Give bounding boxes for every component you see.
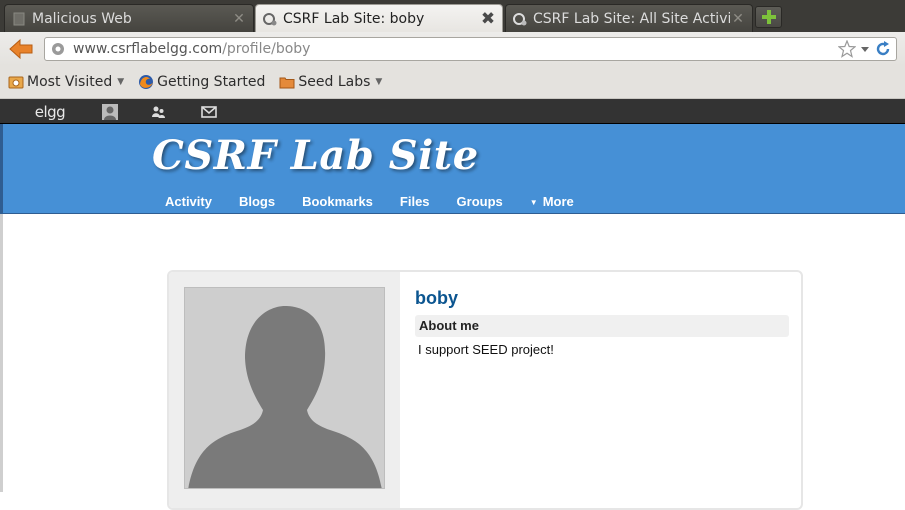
profile-username: boby (415, 288, 458, 308)
menu-item-activity[interactable]: Activity (165, 194, 212, 209)
menu-item-groups[interactable]: Groups (457, 194, 503, 209)
navigation-bar: www.csrflabelgg.com/profile/boby (0, 32, 905, 66)
header-edge (0, 124, 3, 214)
elgg-topbar: elgg (0, 99, 905, 124)
tab-title: Malicious Web (32, 10, 132, 27)
browser-tab-strip: Malicious Web ✕ CSRF Lab Site: boby ✖ CS… (0, 0, 905, 33)
bookmark-label: Seed Labs (298, 74, 371, 90)
triangle-down-icon: ▼ (529, 198, 538, 207)
folder-icon (279, 77, 295, 89)
profile-module: boby About me I support SEED project! (167, 270, 803, 510)
plus-icon (761, 10, 776, 24)
url-bar[interactable]: www.csrflabelgg.com/profile/boby (44, 37, 897, 61)
site-identity-icon[interactable] (51, 42, 65, 56)
loading-icon (513, 12, 527, 25)
elgg-logo-link[interactable]: elgg (30, 102, 70, 121)
menu-item-label: More (542, 194, 574, 209)
menu-item-more[interactable]: ▼ More (530, 194, 574, 209)
site-title[interactable]: CSRF Lab Site (152, 132, 479, 179)
most-visited-icon (8, 76, 24, 89)
friends-icon (152, 106, 165, 118)
menu-item-blogs[interactable]: Blogs (239, 194, 275, 209)
about-me-heading: About me (415, 315, 789, 337)
bookmark-label: Most Visited (27, 74, 113, 90)
bookmarks-toolbar: Most Visited ▼ Getting Started Seed Labs… (0, 66, 905, 99)
default-avatar-silhouette-icon (188, 306, 382, 488)
menu-item-bookmarks[interactable]: Bookmarks (302, 194, 373, 209)
new-tab-button[interactable] (755, 6, 782, 28)
friends-link[interactable] (148, 102, 168, 121)
url-path: /profile/boby (222, 41, 311, 57)
profile-icon (102, 103, 118, 120)
tab-title: CSRF Lab Site: boby (283, 11, 425, 27)
about-me-text: I support SEED project! (418, 342, 554, 357)
bookmark-label: Getting Started (157, 74, 266, 90)
tab-close-icon[interactable]: ✖ (480, 9, 496, 29)
tab-close-icon[interactable]: ✕ (730, 11, 746, 27)
reload-icon[interactable] (874, 40, 892, 58)
blank-page-icon (13, 12, 25, 25)
owner-block (169, 272, 400, 508)
bookmark-most-visited[interactable]: Most Visited ▼ (8, 74, 124, 90)
elgg-logo-icon: elgg (34, 102, 66, 121)
page-left-edge (0, 214, 3, 492)
site-menu: Activity Blogs Bookmarks Files Groups ▼ M… (165, 194, 601, 209)
tab-csrf-profile[interactable]: CSRF Lab Site: boby ✖ (255, 4, 503, 33)
tab-csrf-activity[interactable]: CSRF Lab Site: All Site Activity ✕ (505, 4, 753, 32)
tab-close-icon[interactable]: ✕ (231, 11, 247, 27)
profile-details: boby About me I support SEED project! (415, 288, 789, 357)
bookmark-seed-labs[interactable]: Seed Labs ▼ (279, 74, 382, 90)
back-arrow-icon[interactable] (8, 38, 34, 60)
bookmark-star-icon[interactable] (838, 40, 856, 58)
tab-title: CSRF Lab Site: All Site Activity (533, 10, 730, 27)
menu-item-files[interactable]: Files (400, 194, 430, 209)
tab-malicious-web[interactable]: Malicious Web ✕ (4, 4, 254, 32)
firefox-icon (139, 75, 154, 89)
chevron-down-icon: ▼ (375, 77, 383, 87)
avatar[interactable] (184, 287, 385, 489)
url-host: www.csrflabelgg.com (73, 41, 223, 57)
profile-link[interactable] (100, 102, 120, 121)
site-header: CSRF Lab Site Activity Blogs Bookmarks F… (0, 124, 905, 214)
bookmark-getting-started[interactable]: Getting Started (138, 74, 265, 90)
messages-link[interactable] (199, 102, 219, 121)
chevron-down-icon: ▼ (117, 77, 125, 87)
history-dropdown-icon[interactable] (860, 40, 870, 58)
messages-icon (201, 105, 217, 118)
loading-icon (263, 13, 277, 26)
